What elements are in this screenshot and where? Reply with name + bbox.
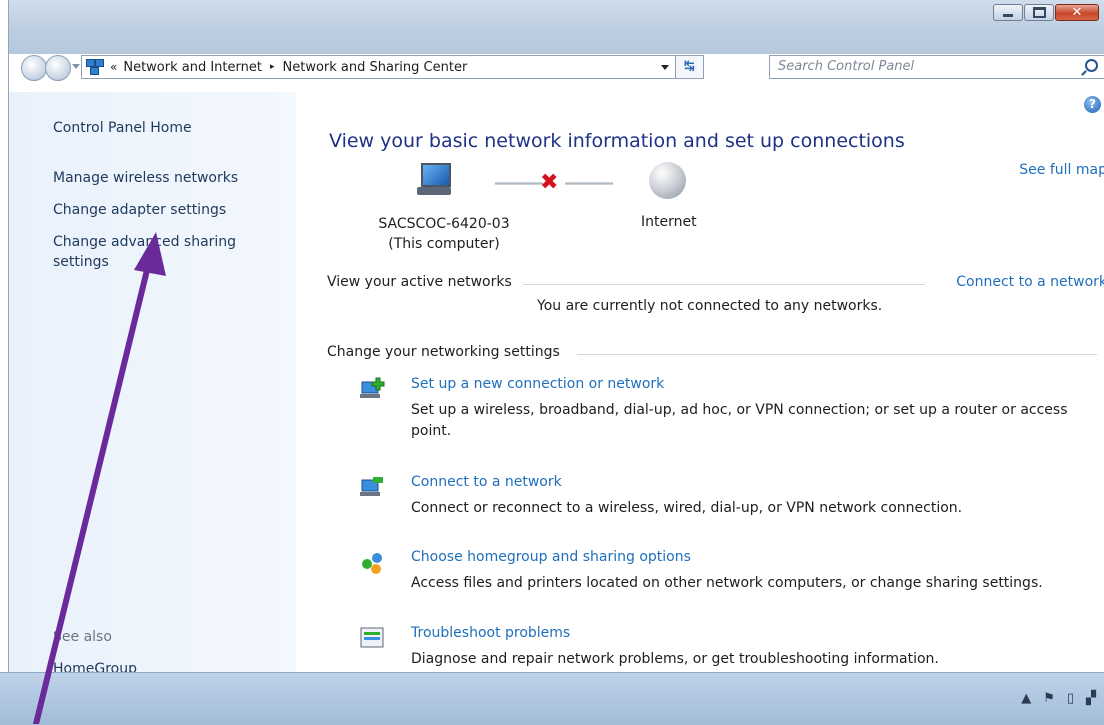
page-title: View your basic network information and … — [329, 130, 905, 152]
connection-line — [565, 182, 613, 185]
refresh-button[interactable]: ↹ — [676, 55, 704, 79]
battery-icon[interactable]: ▯ — [1067, 691, 1074, 706]
internet-globe-icon — [649, 162, 686, 199]
internet-label: Internet — [641, 214, 697, 230]
disconnected-x-icon: ✖ — [540, 170, 559, 195]
network-icon — [86, 59, 104, 75]
show-hidden-icons-icon[interactable]: ▲ — [1021, 691, 1031, 706]
action-center-flag-icon[interactable]: ⚑ — [1043, 691, 1055, 706]
task-desc-troubleshoot: Diagnose and repair network problems, or… — [411, 651, 939, 667]
sidebar-homegroup[interactable]: HomeGroup — [53, 659, 137, 672]
connect-network-icon — [360, 477, 383, 496]
help-icon[interactable]: ? — [1084, 96, 1101, 113]
divider — [577, 354, 1097, 355]
computer-label: SACSCOC-6420-03 (This computer) — [369, 214, 519, 254]
task-title-homegroup[interactable]: Choose homegroup and sharing options — [411, 549, 691, 565]
sidebar-manage-wireless-networks[interactable]: Manage wireless networks — [53, 168, 238, 188]
computer-sub: (This computer) — [388, 236, 500, 252]
search-placeholder: Search Control Panel — [778, 59, 915, 74]
connect-to-network-link[interactable]: Connect to a network — [956, 274, 1104, 290]
window-controls: ✕ — [993, 4, 1099, 21]
address-bar[interactable]: « Network and Internet ▸ Network and Sha… — [81, 55, 676, 79]
close-icon: ✕ — [1071, 5, 1083, 20]
breadcrumb-network-and-internet[interactable]: Network and Internet — [123, 60, 262, 75]
back-button[interactable] — [21, 55, 47, 81]
task-desc-homegroup: Access files and printers located on oth… — [411, 575, 1043, 591]
task-title-connect[interactable]: Connect to a network — [411, 474, 562, 490]
see-full-map-link[interactable]: See full map — [1019, 162, 1104, 178]
sidebar: Control Panel Home Manage wireless netwo… — [9, 92, 296, 672]
new-connection-icon — [360, 377, 385, 398]
maximize-icon — [1032, 7, 1046, 18]
change-settings-section: Change your networking settings — [327, 344, 1097, 360]
divider — [523, 284, 925, 285]
sidebar-change-adapter-settings[interactable]: Change adapter settings — [53, 200, 226, 220]
task-title-troubleshoot[interactable]: Troubleshoot problems — [411, 625, 570, 641]
homegroup-icon — [362, 553, 382, 574]
network-signal-icon[interactable]: ▞ — [1086, 691, 1096, 706]
minimize-icon — [1003, 13, 1013, 17]
system-tray: ▲ ⚑ ▯ ▞ — [1021, 691, 1096, 706]
computer-icon — [417, 163, 451, 197]
active-networks-heading: View your active networks — [327, 274, 512, 290]
close-button[interactable]: ✕ — [1055, 4, 1099, 21]
recent-pages-dropdown-icon[interactable] — [72, 64, 80, 69]
breadcrumb-separator-icon[interactable]: ▸ — [270, 62, 275, 72]
not-connected-message: You are currently not connected to any n… — [537, 298, 883, 314]
sidebar-change-advanced-sharing[interactable]: Change advanced sharing — [53, 232, 236, 252]
address-overflow-icon[interactable]: « — [110, 60, 117, 74]
change-settings-heading: Change your networking settings — [327, 344, 560, 360]
search-icon[interactable] — [1085, 59, 1098, 72]
task-title-new-connection[interactable]: Set up a new connection or network — [411, 376, 664, 392]
sidebar-control-panel-home[interactable]: Control Panel Home — [53, 118, 192, 138]
see-also-heading: See also — [53, 629, 112, 645]
computer-name: SACSCOC-6420-03 — [378, 216, 510, 232]
sidebar-change-advanced-sharing-cont[interactable]: settings — [53, 252, 109, 272]
taskbar: ▲ ⚑ ▯ ▞ — [0, 672, 1104, 725]
minimize-button[interactable] — [993, 4, 1023, 21]
network-sharing-center-window: ✕ « Network and Internet ▸ Network and S… — [8, 0, 1104, 672]
address-dropdown-icon[interactable] — [661, 65, 669, 70]
breadcrumb-network-and-sharing-center[interactable]: Network and Sharing Center — [283, 60, 468, 75]
connection-line — [495, 182, 543, 185]
troubleshoot-icon — [360, 627, 384, 648]
forward-button[interactable] — [45, 55, 71, 81]
search-input[interactable]: Search Control Panel — [769, 55, 1104, 79]
task-desc-new-connection: Set up a wireless, broadband, dial-up, a… — [411, 402, 1068, 439]
navigation-bar: « Network and Internet ▸ Network and Sha… — [21, 53, 1104, 81]
task-desc-connect: Connect or reconnect to a wireless, wire… — [411, 500, 963, 516]
title-bar: ✕ — [9, 0, 1104, 54]
active-networks-section: View your active networks Connect to a n… — [327, 274, 1104, 290]
maximize-button[interactable] — [1024, 4, 1054, 21]
